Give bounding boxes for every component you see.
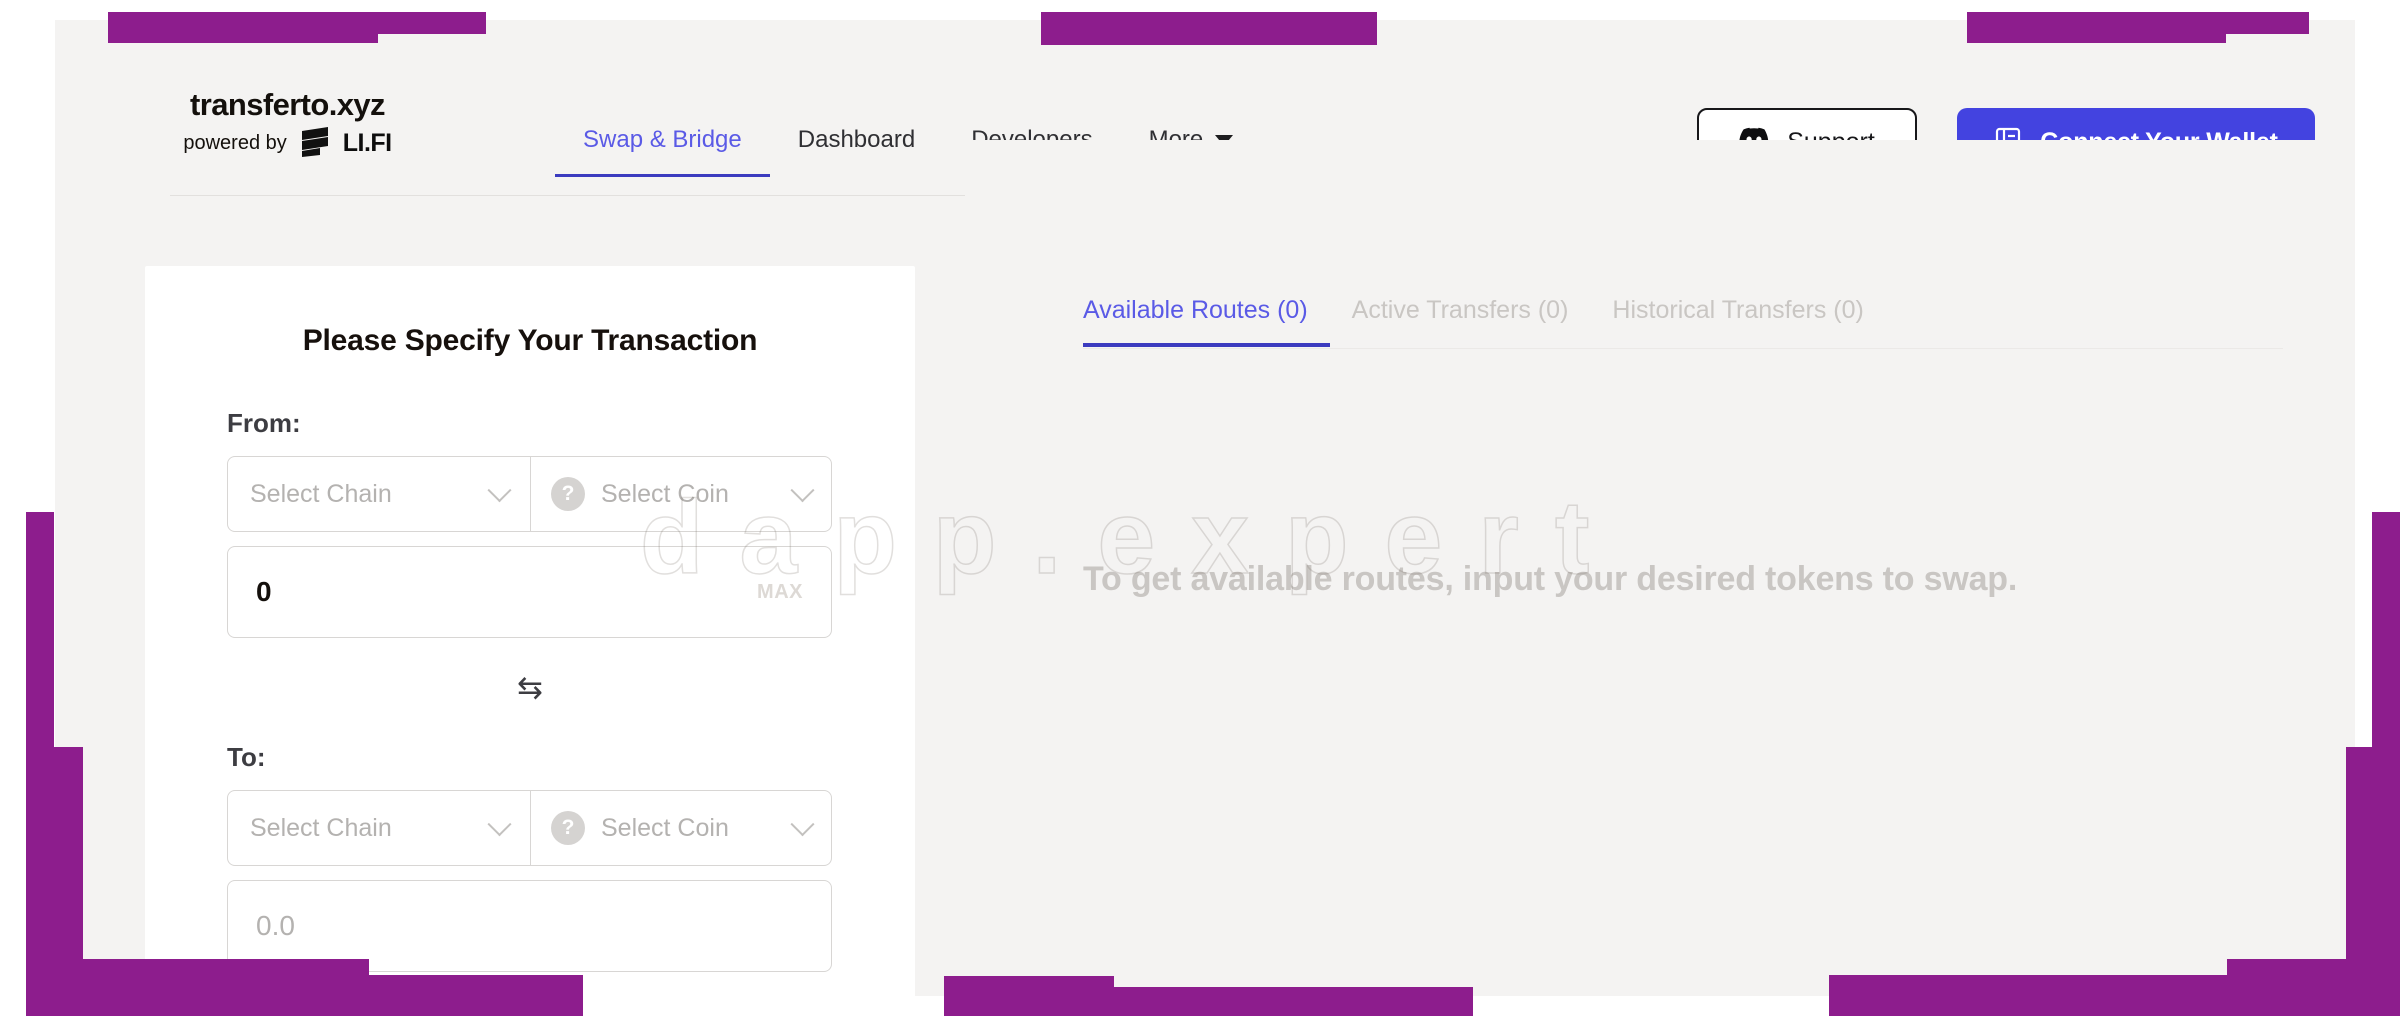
redaction-bar <box>1966 12 2226 44</box>
from-coin-placeholder: Select Coin <box>601 479 729 508</box>
to-chain-placeholder: Select Chain <box>250 813 392 842</box>
from-chain-placeholder: Select Chain <box>250 479 392 508</box>
swap-card-title: Please Specify Your Transaction <box>302 324 758 357</box>
redaction-bar <box>107 12 378 44</box>
routes-tabs: Available Routes (0) Active Transfers (0… <box>1083 296 1886 347</box>
site-header: transferto.xyz powered by LI.FI Swap & B… <box>55 40 2355 196</box>
tabs-divider <box>1083 348 2283 349</box>
to-coin-select[interactable]: ? Select Coin <box>531 791 831 865</box>
to-amount-placeholder: 0.0 <box>256 910 295 941</box>
from-amount-field[interactable]: 0 MAX <box>227 546 832 638</box>
tab-active-transfers[interactable]: Active Transfers (0) <box>1330 296 1591 347</box>
to-label: To: <box>227 742 266 772</box>
redaction-bar <box>55 974 584 1016</box>
redaction-bar <box>1829 999 2400 1016</box>
from-selector-row: Select Chain ? Select Coin <box>227 456 832 532</box>
redaction-bar <box>26 512 54 747</box>
chevron-down-icon <box>790 477 815 502</box>
swap-card: Please Specify Your Transaction From: Se… <box>145 266 915 996</box>
max-button[interactable]: MAX <box>757 581 803 604</box>
brand-title: transferto.xyz <box>190 87 385 122</box>
main-content: Please Specify Your Transaction From: Se… <box>55 140 2355 996</box>
chevron-down-icon <box>790 811 815 836</box>
browser-page: transferto.xyz powered by LI.FI Swap & B… <box>55 20 2355 996</box>
to-amount-field[interactable]: 0.0 <box>227 880 832 972</box>
chevron-down-icon <box>487 811 512 836</box>
tab-available-routes[interactable]: Available Routes (0) <box>1083 296 1330 347</box>
unknown-coin-icon: ? <box>551 477 585 511</box>
routes-panel: Available Routes (0) Active Transfers (0… <box>965 140 2355 996</box>
unknown-coin-icon: ? <box>551 811 585 845</box>
to-chain-select[interactable]: Select Chain <box>228 791 531 865</box>
redaction-bar <box>1041 12 1378 45</box>
from-label: From: <box>227 408 301 438</box>
to-selector-row: Select Chain ? Select Coin <box>227 790 832 866</box>
from-amount-value: 0 <box>256 576 272 607</box>
from-coin-select[interactable]: ? Select Coin <box>531 457 831 531</box>
screenshot-root: transferto.xyz powered by LI.FI Swap & B… <box>0 0 2400 1016</box>
redaction-bar <box>943 987 1473 1016</box>
tab-historical-transfers[interactable]: Historical Transfers (0) <box>1590 296 1885 347</box>
from-chain-select[interactable]: Select Chain <box>228 457 531 531</box>
swap-direction-icon[interactable]: ⇆ <box>502 666 558 708</box>
routes-empty-message: To get available routes, input your desi… <box>1083 560 2018 598</box>
to-coin-placeholder: Select Coin <box>601 813 729 842</box>
redaction-bar <box>2372 512 2400 747</box>
chevron-down-icon <box>487 477 512 502</box>
